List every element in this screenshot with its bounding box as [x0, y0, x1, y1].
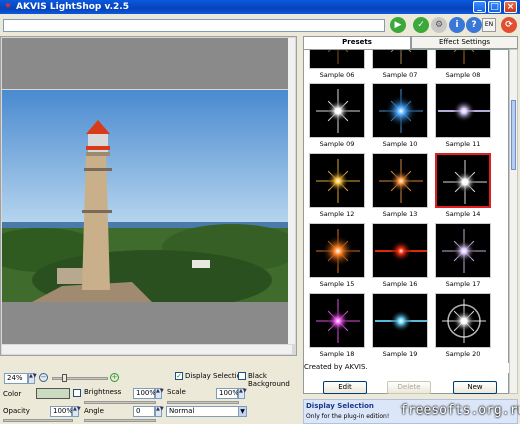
settings-icon[interactable]: ⚙: [431, 17, 447, 33]
canvas-background: [2, 38, 292, 89]
preset-thumbnail[interactable]: [372, 223, 428, 278]
zoom-slider-thumb[interactable]: [62, 374, 67, 382]
blend-mode-select[interactable]: Normal: [166, 406, 239, 417]
angle-input[interactable]: 0: [133, 406, 155, 417]
scale-input[interactable]: 100%: [216, 388, 239, 399]
scale-spinner[interactable]: ▲▼: [238, 388, 247, 399]
preset-thumbnail[interactable]: [309, 223, 365, 278]
new-button[interactable]: New: [453, 381, 497, 394]
window-title: AKVIS LightShop v.2.5: [16, 2, 129, 12]
chevron-down-icon[interactable]: ▼: [238, 406, 247, 417]
preset-thumbnail[interactable]: [372, 153, 428, 208]
black-background-label: Black Background: [248, 372, 290, 388]
preset-thumbnail[interactable]: [309, 83, 365, 138]
preset-thumbnail[interactable]: [435, 293, 491, 348]
exit-icon[interactable]: ⟳: [501, 17, 517, 33]
brightness-input[interactable]: 100%: [133, 388, 156, 399]
minimize-button[interactable]: _: [473, 1, 486, 13]
preset-thumbnail[interactable]: [435, 223, 491, 278]
preset-thumbnail[interactable]: [435, 83, 491, 138]
preset-label: Sample 10: [382, 140, 418, 148]
preset-label: Sample 17: [445, 280, 481, 288]
presets-gallery: Sample 06 Sample 07 Sample 08 Sample 09 Samp…: [303, 49, 509, 394]
display-selection-label: Display Selection: [185, 372, 246, 380]
zoom-input[interactable]: 24%: [4, 373, 28, 384]
preset-label: Sample 15: [319, 280, 355, 288]
path-input[interactable]: [3, 19, 385, 32]
tab-presets[interactable]: Presets: [303, 36, 411, 49]
canvas-horizontal-scrollbar[interactable]: [2, 345, 292, 354]
opacity-label: Opacity: [3, 407, 30, 415]
color-swatch[interactable]: [36, 388, 70, 399]
toolbar: ▶ ✓ ⚙ i ? EN ⟳: [0, 14, 520, 36]
preset-label: Sample 09: [319, 140, 355, 148]
preset-label: Sample 19: [382, 350, 418, 358]
run-icon[interactable]: ▶: [390, 17, 406, 33]
angle-spinner[interactable]: ▲▼: [155, 406, 164, 417]
info-icon[interactable]: i: [449, 17, 465, 33]
language-button[interactable]: EN: [482, 18, 496, 32]
close-button[interactable]: ×: [504, 1, 517, 13]
scale-label: Scale: [167, 388, 186, 396]
display-selection-checkbox[interactable]: ✓: [175, 372, 183, 380]
preset-label: Sample 18: [319, 350, 355, 358]
gallery-scrollbar[interactable]: [509, 49, 518, 394]
opacity-slider[interactable]: [3, 419, 73, 422]
delete-button[interactable]: Delete: [387, 381, 431, 394]
akvis-logo-icon: ✶: [3, 1, 13, 12]
image-canvas[interactable]: [0, 36, 297, 356]
preset-label: Sample 13: [382, 210, 418, 218]
preset-thumbnail[interactable]: [372, 83, 428, 138]
maximize-button[interactable]: □: [488, 1, 501, 13]
angle-label: Angle: [84, 407, 104, 415]
presets-panel: Presets Effect Settings Sample 06 Sample …: [301, 36, 520, 424]
preset-label: Sample 20: [445, 350, 481, 358]
preset-label: Sample 07: [382, 71, 418, 79]
brightness-label: Brightness: [84, 388, 122, 396]
apply-icon[interactable]: ✓: [413, 17, 429, 33]
created-by: Created by AKVIS.: [304, 363, 509, 373]
preset-thumbnail[interactable]: [372, 50, 428, 69]
preset-thumbnail[interactable]: [435, 50, 491, 69]
zoom-slider[interactable]: [52, 377, 108, 380]
lighthouse-photo[interactable]: [2, 90, 292, 302]
canvas-vertical-scrollbar[interactable]: [288, 38, 295, 344]
preset-thumbnail[interactable]: [372, 293, 428, 348]
canvas-background-bottom: [2, 302, 292, 344]
effect-controls: 24% ▲▼ − + ✓ Display Selection Black Bac…: [0, 356, 297, 424]
brightness-slider[interactable]: [84, 401, 156, 404]
preset-label: Sample 12: [319, 210, 355, 218]
preset-thumbnail[interactable]: [309, 293, 365, 348]
edit-button[interactable]: Edit: [323, 381, 367, 394]
brightness-spinner[interactable]: ▲▼: [155, 388, 164, 399]
zoom-in-icon[interactable]: +: [110, 373, 119, 382]
watermark-text: freesofts.org.ru: [400, 403, 520, 418]
angle-slider[interactable]: [84, 419, 156, 422]
preset-label: Sample 08: [445, 71, 481, 79]
preset-label: Sample 11: [445, 140, 481, 148]
preset-thumbnail[interactable]: [309, 153, 365, 208]
scale-slider[interactable]: [167, 401, 239, 404]
preset-label: Sample 16: [382, 280, 418, 288]
scrollbar-thumb[interactable]: [511, 100, 516, 170]
color-label: Color: [3, 390, 22, 398]
tab-effect-settings[interactable]: Effect Settings: [411, 36, 518, 49]
brightness-checkbox[interactable]: [73, 389, 81, 397]
zoom-out-icon[interactable]: −: [39, 373, 48, 382]
zoom-spinner[interactable]: ▲▼: [28, 373, 37, 384]
preset-label: Sample 14: [445, 210, 481, 218]
black-background-checkbox[interactable]: [238, 372, 246, 380]
help-icon[interactable]: ?: [466, 17, 482, 33]
opacity-spinner[interactable]: ▲▼: [72, 406, 81, 417]
title-bar: ✶ AKVIS LightShop v.2.5 _ □ ×: [0, 0, 520, 14]
preset-label: Sample 06: [319, 71, 355, 79]
preset-thumbnail[interactable]: [309, 50, 365, 69]
preset-thumbnail[interactable]: [435, 153, 491, 208]
opacity-input[interactable]: 100%: [50, 406, 73, 417]
